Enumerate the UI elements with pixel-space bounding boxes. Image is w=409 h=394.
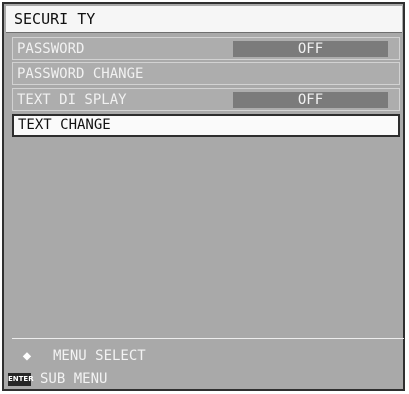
- menu-item-text-display[interactable]: TEXT DI SPLAY OFF: [12, 88, 400, 111]
- up-down-arrow-icon: ◆: [22, 348, 32, 364]
- menu-title: SECURI TY: [6, 6, 402, 33]
- menu-item-label: TEXT DI SPLAY: [17, 92, 127, 108]
- security-menu-panel: SECURI TY PASSWORD OFF PASSWORD CHANGE T…: [2, 2, 405, 391]
- menu-item-label: PASSWORD: [17, 41, 85, 57]
- menu-item-password[interactable]: PASSWORD OFF: [12, 37, 400, 60]
- menu-item-text-change[interactable]: TEXT CHANGE: [12, 114, 400, 137]
- menu-item-value[interactable]: OFF: [233, 92, 388, 108]
- hint-label: MENU SELECT: [53, 348, 146, 364]
- enter-key-icon: ENTER: [8, 372, 34, 386]
- hint-label: SUB MENU: [40, 371, 108, 387]
- menu-item-label: TEXT CHANGE: [18, 117, 111, 133]
- sub-menu-hint: ENTER SUB MENU: [8, 368, 108, 390]
- footer-divider: [12, 338, 404, 339]
- menu-select-hint: ◆ MENU SELECT: [14, 345, 146, 367]
- menu-item-label: PASSWORD CHANGE: [17, 66, 144, 82]
- menu-item-value[interactable]: OFF: [233, 41, 388, 57]
- menu-item-password-change[interactable]: PASSWORD CHANGE: [12, 62, 400, 85]
